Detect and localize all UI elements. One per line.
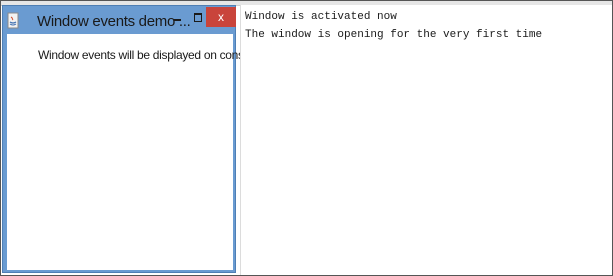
console-line: The window is opening for the very first…: [245, 29, 543, 41]
close-button[interactable]: x: [206, 7, 236, 27]
window-titlebar[interactable]: Window events demo ... x: [3, 6, 236, 34]
app-window: Window events demo ... x Window events w…: [2, 5, 259, 273]
window-content: Window events will be displayed on conso…: [7, 34, 259, 270]
screenshot-frame: Window events demo ... x Window events w…: [0, 0, 613, 276]
minimize-icon[interactable]: [168, 9, 188, 27]
window-message: Window events will be displayed on conso…: [38, 48, 259, 62]
maximize-icon[interactable]: [188, 9, 208, 27]
java-icon: [7, 12, 19, 29]
console-output: Window is activated now The window is op…: [240, 5, 612, 275]
console-line: Window is activated now: [245, 11, 397, 23]
